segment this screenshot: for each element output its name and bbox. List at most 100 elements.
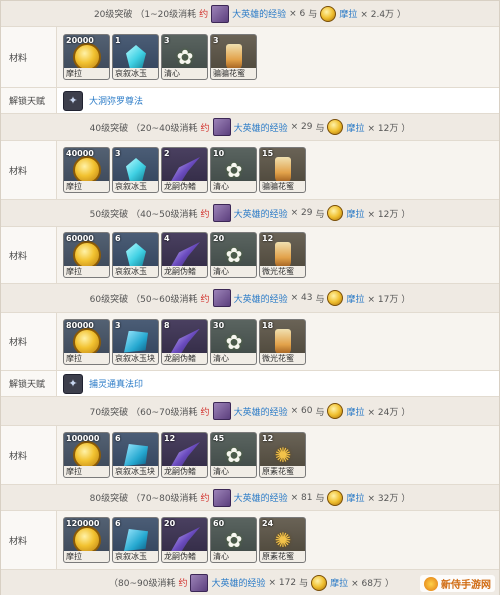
mora-item-link[interactable]: 摩拉 bbox=[346, 491, 364, 504]
material-item[interactable]: 4 龙嗣伪鳍 bbox=[161, 232, 208, 278]
mora-item-link[interactable]: 摩拉 bbox=[346, 121, 364, 134]
material-name: 原素花蜜 bbox=[260, 551, 305, 562]
material-item[interactable]: ✿ 3 清心 bbox=[161, 34, 208, 80]
materials-row: 材料 40000 摩拉 3 哀叙冰玉 2 龙嗣伪鳍 ✿ 10 清心 15 骗骗花蜜 bbox=[1, 141, 499, 200]
material-item[interactable]: 3 哀叙冰玉块 bbox=[112, 318, 159, 365]
material-item[interactable]: ✿ 45 清心 bbox=[210, 432, 257, 478]
level-range: （80~90级消耗 bbox=[109, 579, 176, 589]
material-item[interactable]: 18 微光花蜜 bbox=[259, 318, 306, 365]
material-item[interactable]: 6 哀叙冰玉 bbox=[112, 517, 159, 563]
material-item[interactable]: ✿ 10 清心 bbox=[210, 147, 257, 193]
talent-name-link[interactable]: 大洞弥罗尊法 bbox=[89, 94, 143, 107]
mora-count: × 12万 bbox=[367, 123, 399, 134]
mora-item-link[interactable]: 摩拉 bbox=[346, 405, 364, 418]
material-item[interactable]: 2 龙嗣伪鳍 bbox=[161, 147, 208, 193]
material-item[interactable]: 12 龙嗣伪鳍 bbox=[161, 432, 208, 478]
material-count: 1 bbox=[115, 36, 121, 45]
close-paren: ） bbox=[401, 494, 411, 504]
material-name: 哀叙冰玉块 bbox=[113, 352, 158, 364]
material-item[interactable]: 1 哀叙冰玉 bbox=[112, 34, 159, 80]
mora-item-link[interactable]: 摩拉 bbox=[346, 292, 364, 305]
flower-icon: ✿ bbox=[225, 329, 243, 354]
material-name: 龙嗣伪鳍 bbox=[162, 466, 207, 477]
mora-count: × 17万 bbox=[367, 294, 399, 305]
material-item[interactable]: ✺ 12 原素花蜜 bbox=[259, 432, 306, 478]
flower-icon: ✿ bbox=[225, 528, 243, 552]
material-item[interactable]: 100000 摩拉 bbox=[63, 432, 110, 478]
material-item[interactable]: 20 龙嗣伪鳍 bbox=[161, 517, 208, 563]
mora-coin-icon bbox=[70, 327, 104, 356]
site-logo-icon bbox=[424, 576, 438, 591]
exp-item-link[interactable]: 大英雄的经验 bbox=[234, 207, 288, 220]
material-item[interactable]: ✿ 60 清心 bbox=[210, 517, 257, 563]
mora-coin-icon bbox=[70, 526, 104, 554]
exp-item-link[interactable]: 大英雄的经验 bbox=[234, 292, 288, 305]
gem-fragment-icon bbox=[119, 242, 153, 268]
material-count: 40000 bbox=[66, 149, 94, 158]
material-item[interactable]: 15 骗骗花蜜 bbox=[259, 147, 306, 193]
exp-book-icon bbox=[211, 4, 230, 23]
level-range: （50~60级消耗 bbox=[131, 294, 198, 305]
material-name: 摩拉 bbox=[64, 68, 109, 79]
watermark: 新侍手游网 bbox=[420, 575, 495, 592]
materials-label: 材料 bbox=[1, 27, 57, 87]
exp-book-icon bbox=[212, 204, 231, 222]
mora-item-link[interactable]: 摩拉 bbox=[339, 7, 357, 20]
material-item[interactable]: 8 龙嗣伪鳍 bbox=[161, 318, 208, 365]
material-item[interactable]: 60000 摩拉 bbox=[63, 232, 110, 278]
materials-label: 材料 bbox=[1, 141, 57, 199]
material-name: 摩拉 bbox=[64, 352, 109, 364]
material-item[interactable]: 40000 摩拉 bbox=[63, 147, 110, 193]
material-name: 摩拉 bbox=[64, 266, 109, 277]
material-item[interactable]: 20000 摩拉 bbox=[63, 34, 110, 80]
ascension-header: 50级突破 （40~50级消耗约 大英雄的经验 × 29 与 摩拉 × 12万） bbox=[1, 200, 499, 227]
talent-name-link[interactable]: 捕灵通真法印 bbox=[89, 377, 143, 390]
mora-item-link[interactable]: 摩拉 bbox=[346, 207, 364, 220]
exp-item-link[interactable]: 大英雄的经验 bbox=[234, 121, 288, 134]
material-name: 龙嗣伪鳍 bbox=[162, 352, 207, 364]
materials-list: 40000 摩拉 3 哀叙冰玉 2 龙嗣伪鳍 ✿ 10 清心 15 骗骗花蜜 bbox=[57, 141, 499, 199]
material-item[interactable]: 6 哀叙冰玉块 bbox=[112, 432, 159, 478]
mora-count: × 32万 bbox=[367, 494, 399, 504]
mora-icon bbox=[327, 290, 344, 306]
relic-icon: ✺ bbox=[274, 528, 292, 552]
mora-count: × 12万 bbox=[367, 209, 399, 220]
mora-count: × 68万 bbox=[351, 579, 382, 589]
material-item[interactable]: 80000 摩拉 bbox=[63, 318, 110, 365]
material-item[interactable]: 120000 摩拉 bbox=[63, 517, 110, 563]
material-name: 哀叙冰玉 bbox=[113, 551, 158, 562]
approx-label: 约 bbox=[200, 209, 210, 220]
material-item[interactable]: ✿ 20 清心 bbox=[210, 232, 257, 278]
exp-item-link[interactable]: 大英雄的经验 bbox=[211, 576, 265, 589]
material-count: 6 bbox=[115, 434, 121, 443]
materials-list: 20000 摩拉 1 哀叙冰玉 ✿ 3 清心 3 骗骗花蜜 bbox=[57, 27, 499, 87]
mora-icon bbox=[327, 205, 344, 221]
exp-item-link[interactable]: 大英雄的经验 bbox=[234, 405, 288, 418]
ascension-level: 50级突破 bbox=[89, 209, 129, 220]
mora-icon bbox=[327, 119, 344, 135]
mora-coin-icon bbox=[70, 43, 104, 71]
flower-icon: ✿ bbox=[225, 243, 243, 267]
level-range: （40~50级消耗 bbox=[131, 209, 198, 220]
material-item[interactable]: ✿ 30 清心 bbox=[210, 318, 257, 365]
exp-count: × 6 bbox=[289, 8, 306, 19]
material-item[interactable]: ✺ 24 原素花蜜 bbox=[259, 517, 306, 563]
material-count: 100000 bbox=[66, 434, 100, 443]
material-name: 摩拉 bbox=[64, 551, 109, 562]
material-name: 清心 bbox=[211, 181, 256, 192]
material-count: 45 bbox=[213, 434, 225, 443]
mora-icon bbox=[327, 489, 344, 506]
exp-item-link[interactable]: 大英雄的经验 bbox=[234, 491, 288, 504]
gem-gemstone-icon bbox=[119, 527, 153, 553]
mora-item-link[interactable]: 摩拉 bbox=[330, 576, 348, 589]
mora-icon bbox=[327, 403, 344, 419]
exp-item-link[interactable]: 大英雄的经验 bbox=[232, 7, 286, 20]
blade-icon bbox=[168, 328, 202, 355]
material-item[interactable]: 12 微光花蜜 bbox=[259, 232, 306, 278]
material-count: 12 bbox=[262, 434, 274, 443]
material-item[interactable]: 3 哀叙冰玉 bbox=[112, 147, 159, 193]
close-paren: ） bbox=[401, 407, 411, 418]
gem-sliver-icon bbox=[119, 44, 153, 70]
material-item[interactable]: 3 骗骗花蜜 bbox=[210, 34, 257, 80]
material-item[interactable]: 6 哀叙冰玉 bbox=[112, 232, 159, 278]
